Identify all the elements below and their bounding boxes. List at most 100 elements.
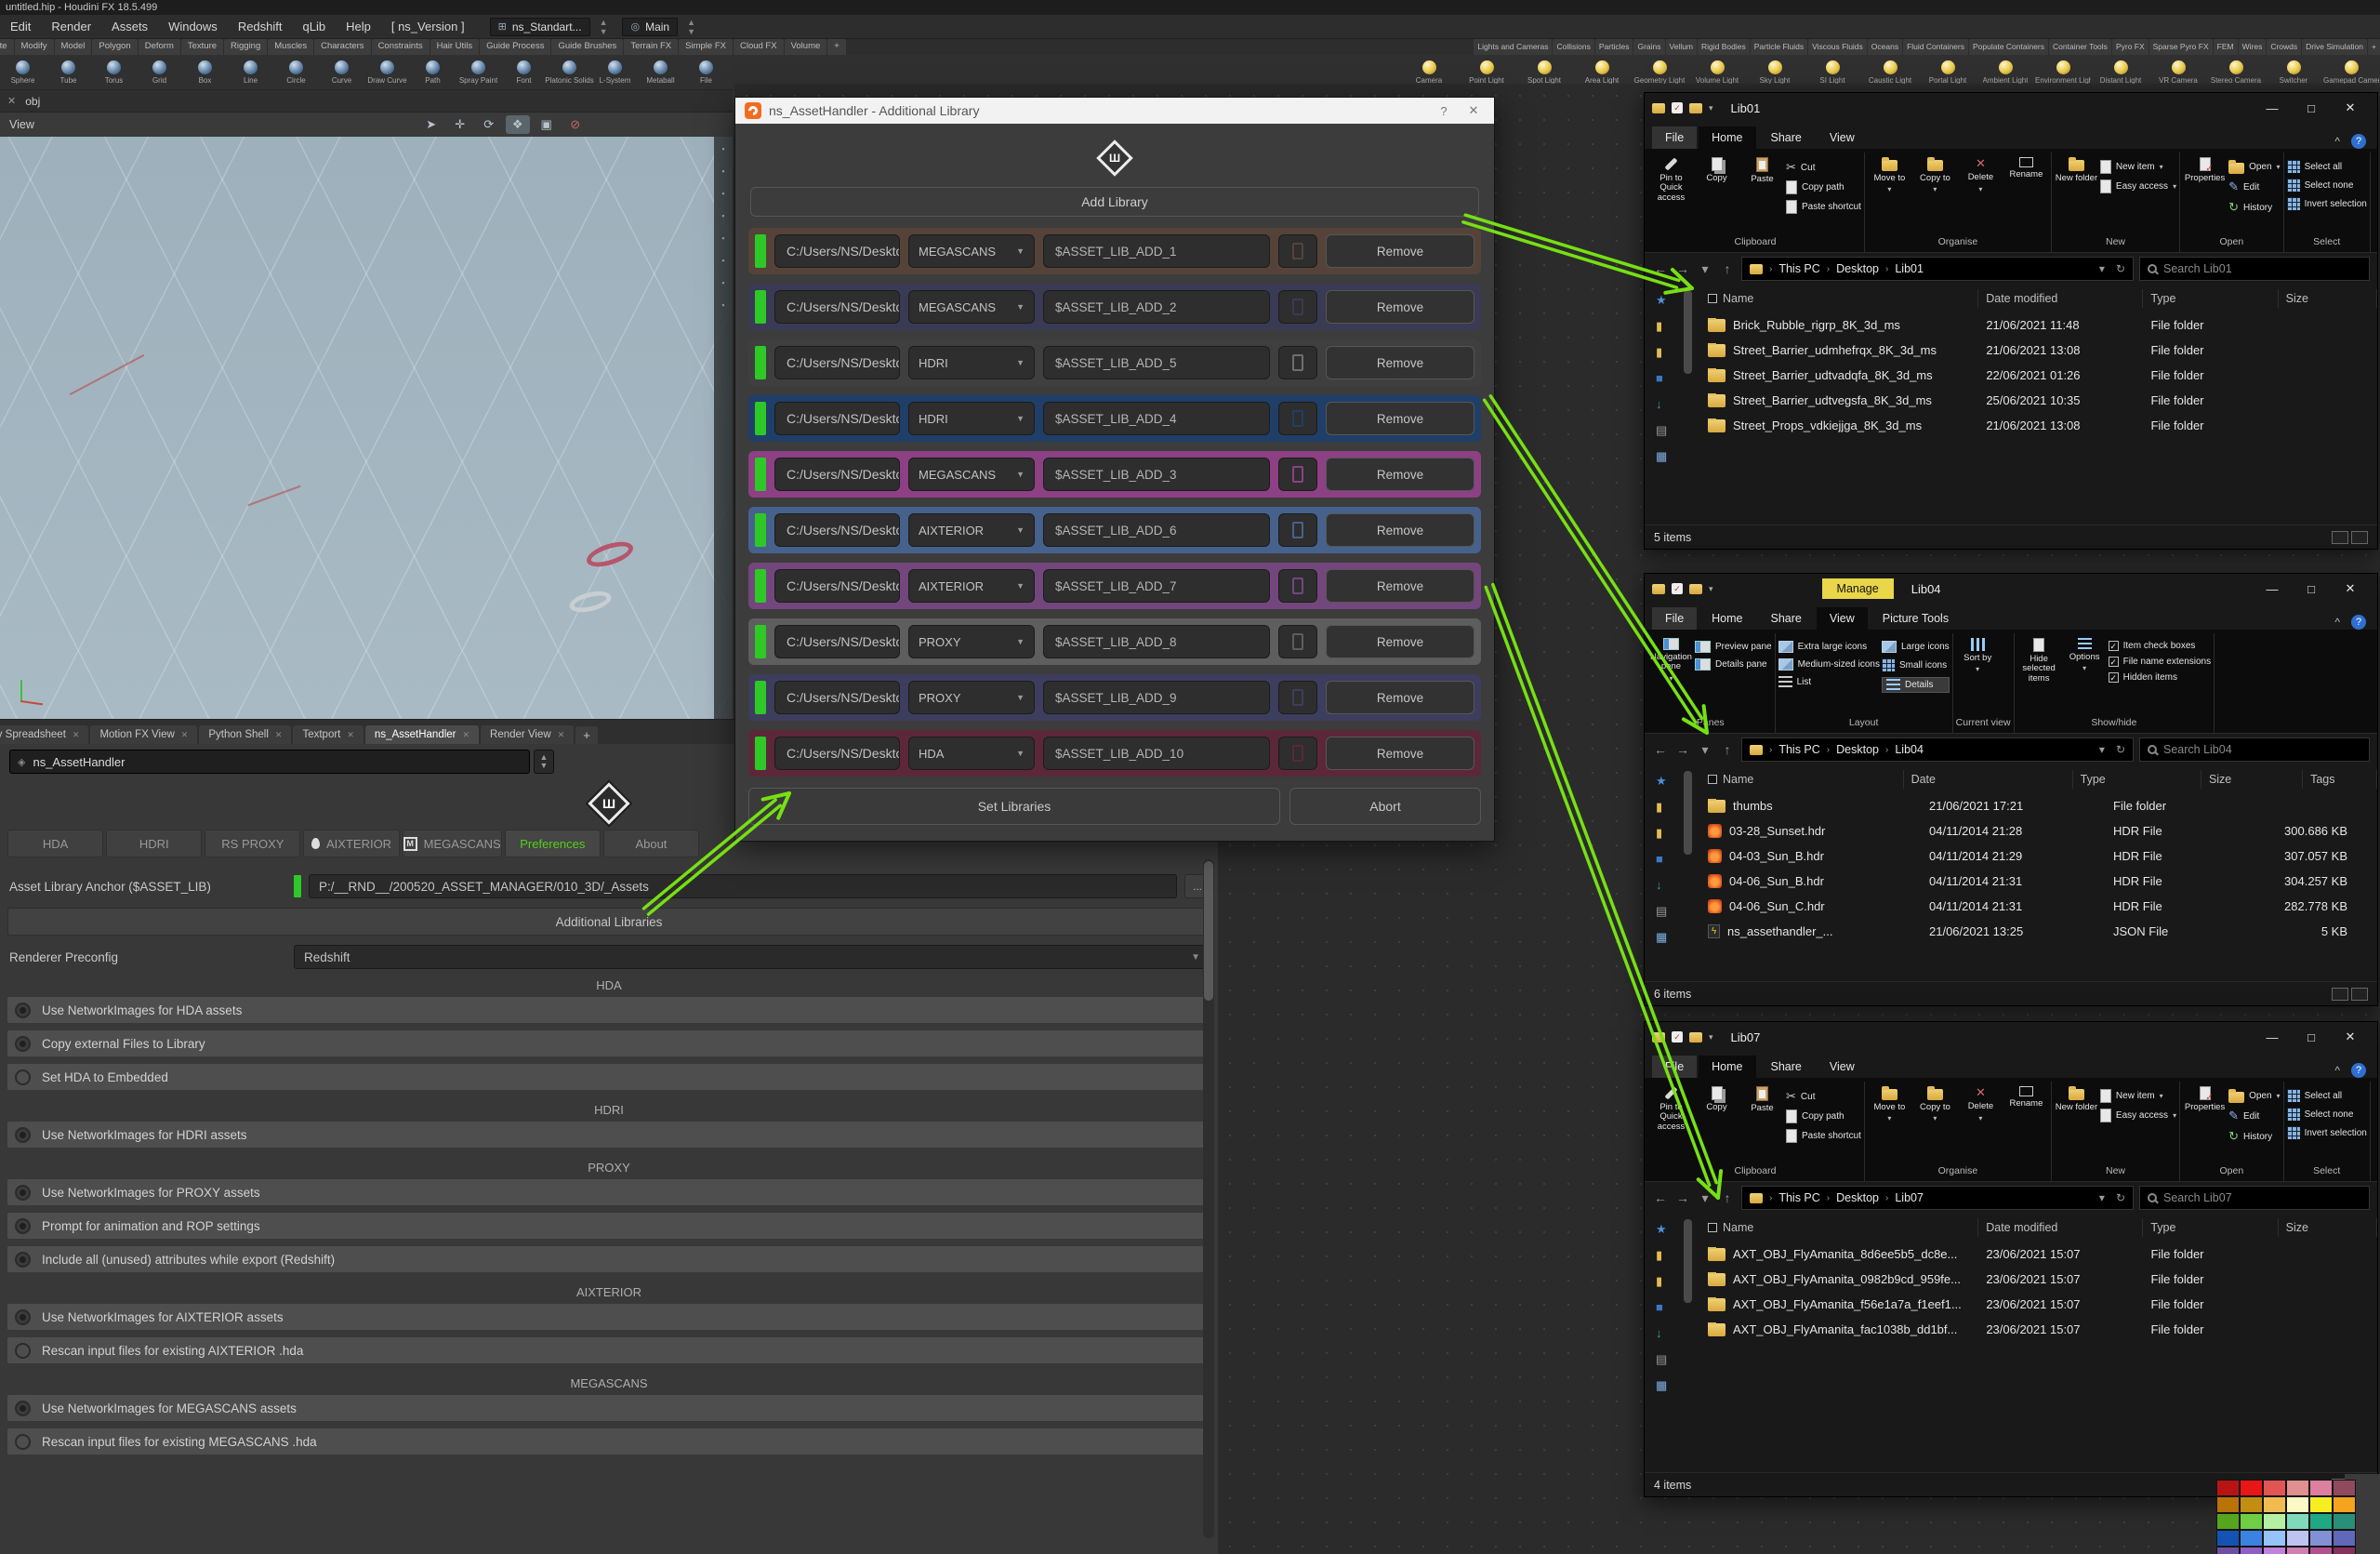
color-swatch[interactable] (2217, 1547, 2239, 1554)
library-type-select[interactable]: PROXY▼ (908, 681, 1035, 714)
table-row[interactable]: AXT_OBJ_FlyAmanita_fac1038b_dd1bf...23/0… (1700, 1317, 2377, 1342)
color-swatch[interactable] (2287, 1531, 2308, 1546)
ribbon-sort-by[interactable]: Sort by▾ (1956, 633, 2000, 674)
this-pc-icon[interactable]: ■ (1656, 1301, 1697, 1313)
ribbon-new-folder[interactable]: New folder (2055, 153, 2098, 183)
library-path-field[interactable]: C:/Users/NS/Desktop/Lib09 (774, 681, 900, 714)
tool-draw-curve[interactable]: Draw Curve (364, 55, 410, 89)
library-var-field[interactable]: $ASSET_LIB_ADD_6 (1043, 513, 1270, 547)
shelf-tab-particles[interactable]: Particles (1595, 39, 1633, 55)
ribbon-options[interactable]: Options▾ (2063, 633, 2107, 673)
library-var-field[interactable]: $ASSET_LIB_ADD_1 (1043, 234, 1270, 268)
pane-tab-geometry-spreadsheet[interactable]: Geometry Spreadsheet✕ (0, 725, 88, 744)
back-icon[interactable]: ← (1652, 261, 1669, 276)
table-row[interactable]: Brick_Rubble_rigrp_8K_3d_ms21/06/2021 11… (1700, 312, 2377, 338)
library-type-select[interactable]: MEGASCANS▼ (908, 458, 1035, 491)
color-swatch[interactable] (2264, 1547, 2285, 1554)
collapse-ribbon-icon[interactable]: ^ (2334, 135, 2340, 148)
breadcrumb-lib04[interactable]: Lib04 (1895, 743, 1924, 756)
ribbon-hidden-items[interactable]: ✓Hidden items (2109, 672, 2212, 683)
tool-l-system[interactable]: L-System (592, 55, 638, 89)
ribbon-paste[interactable]: Paste (1740, 153, 1784, 184)
library-path-field[interactable]: C:/Users/NS/Desktop/Lib08 (774, 625, 900, 658)
ribbon-copy-path[interactable]: Copy path (1786, 180, 1861, 194)
breadcrumb[interactable]: ›This PC›Desktop›Lib04▾↻ (1741, 737, 2134, 762)
refresh-icon[interactable]: ↻ (2116, 743, 2125, 756)
tab-hdri[interactable]: HDRI (106, 830, 202, 857)
shelf-tab-simple-fx[interactable]: Simple FX (679, 39, 733, 55)
abort-button[interactable]: Abort (1289, 788, 1481, 825)
library-path-field[interactable]: C:/Users/NS/Desktop/Lib02 (774, 290, 900, 324)
color-swatch[interactable] (2241, 1531, 2262, 1546)
set-libraries-button[interactable]: Set Libraries (748, 788, 1280, 825)
remove-button[interactable]: Remove (1326, 569, 1474, 603)
column-header-name[interactable]: Name (1700, 770, 1904, 789)
close-tab-icon[interactable]: ✕ (463, 730, 470, 740)
dialog-close-button[interactable]: ✕ (1462, 103, 1485, 118)
column-header-tags[interactable]: Tags (2303, 770, 2377, 789)
ribbon-select-all[interactable]: Select all (2287, 160, 2367, 173)
remove-button[interactable]: Remove (1326, 290, 1474, 324)
library-var-field[interactable]: $ASSET_LIB_ADD_5 (1043, 346, 1270, 379)
ribbon-details[interactable]: Details (1882, 677, 1950, 693)
ribbon-paste-shortcut[interactable]: Paste shortcut (1786, 200, 1861, 214)
help-icon[interactable]: ? (2351, 615, 2366, 630)
ribbon-invert-selection[interactable]: Invert selection (2287, 197, 2367, 210)
ribbon-rename[interactable]: Rename (2004, 153, 2048, 179)
tool-sphere[interactable]: Sphere (0, 55, 46, 89)
column-header-type[interactable]: Type (2143, 1218, 2278, 1237)
shelf-tab-particle-fluids[interactable]: Particle Fluids (1751, 39, 1807, 55)
maximize-button[interactable]: □ (2292, 97, 2331, 119)
library-color-button[interactable] (1278, 569, 1317, 603)
library-type-select[interactable]: AIXTERIOR▼ (908, 569, 1035, 603)
history-dropdown-icon[interactable]: ▾ (1697, 1190, 1713, 1206)
ribbon-open[interactable]: Open▾ (2228, 160, 2280, 174)
ribbon-delete[interactable]: ✕Delete▾ (1959, 153, 2003, 194)
menu-redshift[interactable]: Redshift (228, 20, 293, 33)
maximize-button[interactable]: □ (2292, 578, 2331, 600)
remove-button[interactable]: Remove (1326, 346, 1474, 379)
column-header-name[interactable]: Name (1700, 1218, 1978, 1237)
toggle-use-networkimages-for-megascans-assets[interactable]: Use NetworkImages for MEGASCANS assets (7, 1395, 1210, 1421)
library-color-button[interactable] (1278, 346, 1317, 379)
back-icon[interactable]: ← (1652, 742, 1669, 757)
column-header-date[interactable]: Date (1904, 770, 2073, 789)
library-color-button[interactable] (1278, 681, 1317, 714)
color-swatch[interactable] (2217, 1481, 2239, 1495)
column-header-size[interactable]: Size (2279, 289, 2377, 308)
additional-libraries-button[interactable]: Additional Libraries (7, 908, 1210, 936)
color-swatch[interactable] (2287, 1497, 2308, 1512)
add-library-button[interactable]: Add Library (750, 187, 1479, 217)
shelf-tab-guide-brushes[interactable]: Guide Brushes (551, 39, 623, 55)
context-path[interactable]: obj (25, 95, 40, 108)
shelf-tab-characters[interactable]: Characters (314, 39, 370, 55)
toggle-rescan-input-files-for-existing-aixterior-hda[interactable]: Rescan input files for existing AIXTERIO… (7, 1337, 1210, 1363)
remove-button[interactable]: Remove (1326, 681, 1474, 714)
tab-megascans[interactable]: MEGASCANS (403, 830, 502, 857)
tab-rs-proxy[interactable]: RS PROXY (205, 830, 300, 857)
up-icon[interactable]: ↑ (1719, 1190, 1736, 1205)
breadcrumb[interactable]: ›This PC›Desktop›Lib01▾↻ (1741, 257, 2134, 281)
shelf-tab-create[interactable]: Create (0, 39, 14, 55)
color-swatch[interactable] (2334, 1547, 2355, 1554)
node-selector[interactable]: ◈ ns_AssetHandler (9, 750, 530, 774)
tool-grid[interactable]: Grid (137, 55, 182, 89)
shelf-tab-[interactable]: + (2368, 39, 2380, 55)
ribbon-rename[interactable]: Rename (2004, 1082, 2048, 1109)
shelf-tab-wires[interactable]: Wires (2239, 39, 2267, 55)
renderer-select[interactable]: Redshift ▼ (294, 945, 1210, 969)
breadcrumb-this-pc[interactable]: This PC (1778, 1191, 1819, 1204)
breadcrumb-lib07[interactable]: Lib07 (1895, 1191, 1924, 1204)
library-var-field[interactable]: $ASSET_LIB_ADD_7 (1043, 569, 1270, 603)
tool-curve[interactable]: Curve (319, 55, 364, 89)
library-type-select[interactable]: AIXTERIOR▼ (908, 513, 1035, 547)
menu-render[interactable]: Render (41, 20, 101, 33)
select-tool-icon[interactable]: ➤ (419, 115, 443, 134)
color-swatch[interactable] (2241, 1514, 2262, 1529)
close-button[interactable]: ✕ (2331, 578, 2370, 600)
tab-hda[interactable]: HDA (7, 830, 103, 857)
ribbon-tab-share[interactable]: Share (1758, 1056, 1815, 1078)
ribbon-properties[interactable]: Properties (2183, 1082, 2227, 1112)
tab-aixterior[interactable]: AIXTERIOR (303, 830, 399, 857)
library-path-field[interactable]: C:/Users/NS/Desktop/Lib03 (774, 458, 900, 491)
